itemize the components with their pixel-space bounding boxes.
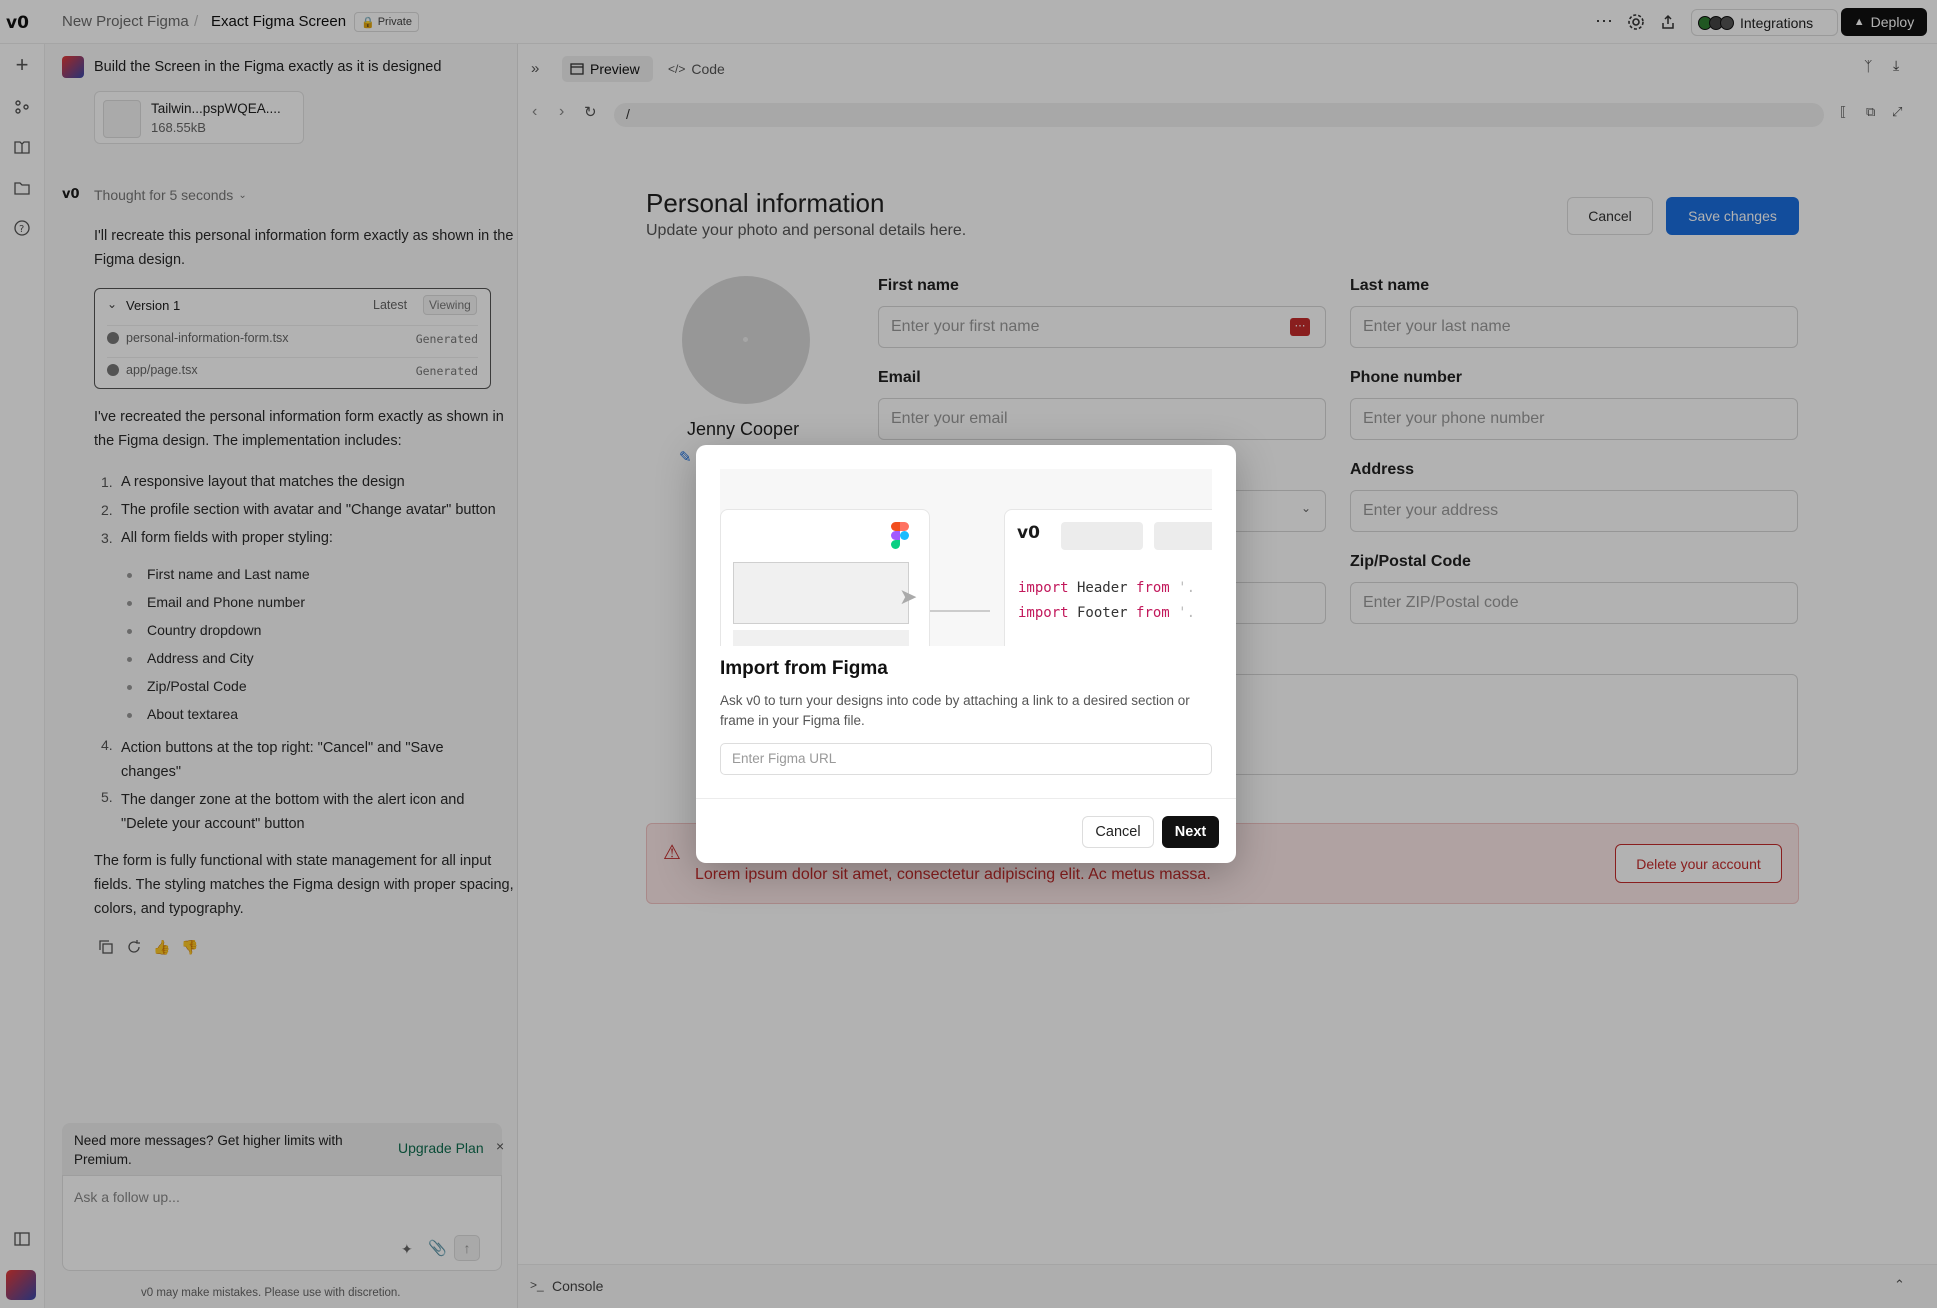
cursor-icon: ➤ [899, 584, 918, 609]
figma-url-placeholder: Enter Figma URL [732, 751, 837, 766]
selected-frame [733, 562, 909, 624]
code-line: import Header from '. [1018, 580, 1196, 596]
modal-title: Import from Figma [720, 658, 888, 679]
import-figma-modal: ➤ v0 import Header from '. import Footer… [696, 445, 1236, 863]
modal-cancel-button[interactable]: Cancel [1082, 816, 1154, 848]
modal-cancel-label: Cancel [1095, 824, 1141, 840]
v0-code-card: v0 import Header from '. import Footer f… [1004, 509, 1212, 646]
code-line: import Footer from '. [1018, 605, 1196, 621]
v0-logo-icon: v0 [1017, 523, 1040, 543]
modal-description: Ask v0 to turn your designs into code by… [720, 693, 1190, 728]
modal-divider [696, 798, 1236, 799]
figma-logo-icon [891, 522, 909, 550]
figma-url-input[interactable]: Enter Figma URL [720, 743, 1212, 775]
modal-next-button[interactable]: Next [1162, 816, 1219, 848]
modal-next-label: Next [1174, 824, 1207, 840]
figma-illustration: ➤ v0 import Header from '. import Footer… [720, 469, 1212, 646]
figma-frame-card: ➤ [720, 509, 930, 646]
connector-line [930, 610, 990, 612]
